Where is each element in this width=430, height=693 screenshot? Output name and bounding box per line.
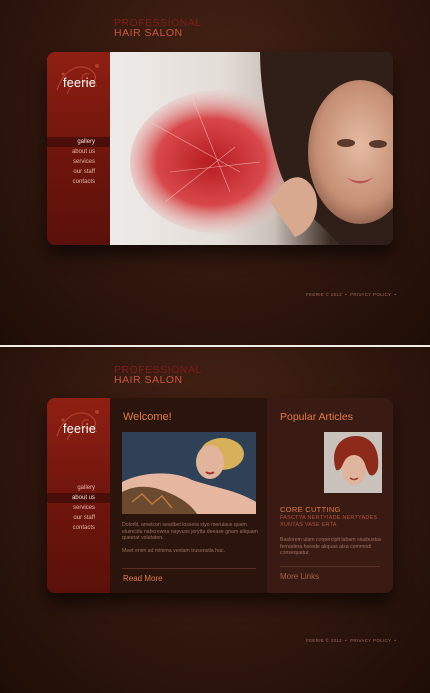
sidebar: feerie gallery about us services our sta… [47,398,110,593]
hero-card: feerie gallery about us services our sta… [47,52,393,245]
footer-privacy-link[interactable]: PRIVACY POLICY [350,292,391,297]
welcome-heading: Welcome! [123,411,172,423]
welcome-divider [122,568,256,569]
brand-title: PROFESSIONAL HAIR SALON [114,18,202,39]
inner-page-preview: PROFESSIONAL HAIR SALON feerie gallery a… [0,347,430,693]
welcome-text-2: Meet enim ad minima venlam trusenstla ha… [122,548,225,554]
nav-item-services[interactable]: services [47,157,110,167]
popular-heading: Popular Articles [280,411,353,423]
read-more-link[interactable]: Read More [123,574,163,583]
article-text: Baslorem ulam corpercipit labam siusbust… [280,537,382,557]
nav-item-services[interactable]: services [47,503,110,513]
article-subtitle: FASCTYA NERTYIADE NERTYADES XUNTAS VASE … [280,515,378,528]
footer-copyright: FEERIE © 2012 [306,292,342,297]
article-photo [324,432,382,493]
top-page-preview: PROFESSIONAL HAIR SALON feerie gallery a… [0,0,430,345]
hero-image [110,52,393,245]
logo[interactable]: feerie [63,76,96,90]
welcome-photo [122,432,256,514]
nav-item-about-us[interactable]: about us [47,147,110,157]
articles-divider [280,566,380,567]
nav-item-our-staff[interactable]: our staff [47,167,110,177]
logo[interactable]: feerie [63,422,96,436]
brand-line2: HAIR SALON [114,27,183,39]
sidebar-nav: gallery about us services our staff cont… [47,137,110,187]
brand-title: PROFESSIONAL HAIR SALON [114,365,202,386]
content-card: feerie gallery about us services our sta… [47,398,393,593]
nav-item-about-us[interactable]: about us [47,493,110,503]
footer: FEERIE © 2012 • PRIVACY POLICY • [306,292,397,297]
footer: FEERIE © 2012 • PRIVACY POLICY • [306,638,397,643]
popular-articles-section [267,398,393,593]
model-portrait-graphic [122,432,256,514]
footer-privacy-link[interactable]: PRIVACY POLICY [350,638,391,643]
welcome-text: Dolorlit, ametcon seadbet losseta styo m… [122,522,258,542]
sidebar: feerie gallery about us services our sta… [47,52,110,245]
nav-item-gallery[interactable]: gallery [47,137,110,147]
nav-item-gallery[interactable]: gallery [47,483,110,493]
sidebar-nav: gallery about us services our staff cont… [47,483,110,533]
more-links-link[interactable]: More Links [280,572,319,581]
redhead-portrait-graphic [324,432,382,493]
article-title[interactable]: CORE CUTTING [280,505,341,514]
model-photo-graphic [130,52,393,245]
nav-item-contacts[interactable]: contacts [47,523,110,533]
brand-line2: HAIR SALON [114,374,183,386]
nav-item-contacts[interactable]: contacts [47,177,110,187]
nav-item-our-staff[interactable]: our staff [47,513,110,523]
footer-copyright: FEERIE © 2012 [306,638,342,643]
